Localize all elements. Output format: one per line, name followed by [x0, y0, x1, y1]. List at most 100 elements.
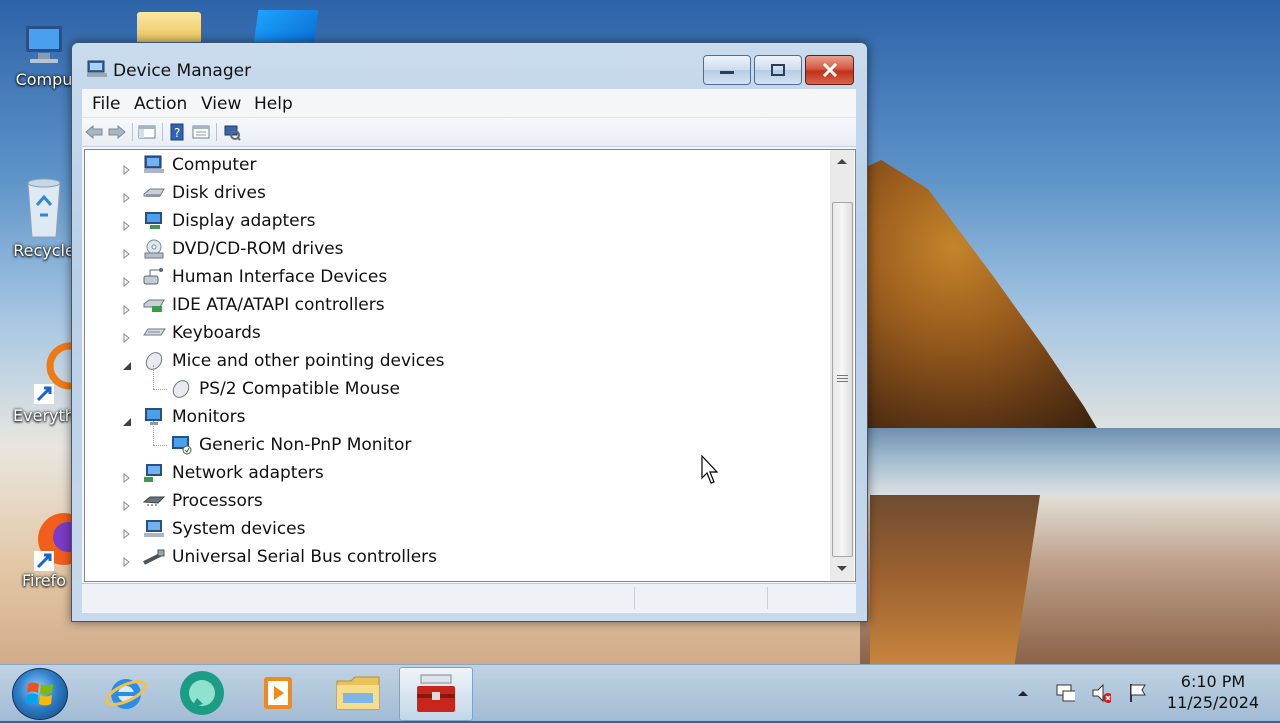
scroll-up-button[interactable] [830, 150, 854, 172]
volume-tray-icon[interactable] [1091, 683, 1111, 703]
menu-file[interactable]: File [92, 94, 120, 114]
keyboards-icon [142, 322, 166, 344]
device-manager-icon [86, 59, 108, 79]
collapse-triangle-icon[interactable] [122, 412, 132, 426]
tree-item-label: PS/2 Compatible Mouse [199, 379, 400, 399]
menu-bar: File Action View Help [82, 89, 856, 118]
expand-triangle-icon[interactable] [122, 552, 132, 568]
scan-hardware-changes-button[interactable] [223, 123, 241, 141]
taskbar-file-explorer[interactable] [322, 667, 394, 719]
device-tree[interactable]: Computer Disk drives Display adapters DVD/C… [84, 149, 856, 582]
window-title: Device Manager [113, 61, 252, 81]
expand-triangle-icon[interactable] [122, 216, 132, 232]
tree-item-label: DVD/CD-ROM drives [172, 239, 344, 259]
tree-category-item[interactable]: Human Interface Devices [85, 263, 825, 291]
clock-time: 6:10 PM [1180, 672, 1246, 691]
tree-item-label: Human Interface Devices [172, 267, 388, 287]
tree-connector-line [153, 445, 167, 446]
tree-item-label: Display adapters [172, 211, 316, 231]
toolbox-icon [417, 674, 455, 712]
maximize-button[interactable] [754, 55, 802, 85]
console-tree-icon [138, 125, 156, 139]
help-button[interactable]: ? [168, 123, 186, 141]
tree-item-label: System devices [172, 519, 306, 539]
processors-icon [142, 490, 166, 512]
network-icon [1056, 684, 1075, 702]
everything-search-icon [20, 340, 94, 404]
network-adapters-icon [142, 462, 166, 484]
tree-category-item[interactable]: Computer [85, 151, 825, 179]
close-icon [822, 63, 837, 77]
tree-category-item[interactable]: Universal Serial Bus controllers [85, 543, 825, 571]
expand-triangle-icon[interactable] [122, 524, 132, 540]
tree-connector-line [153, 365, 154, 389]
action-center-tray-icon[interactable] [1127, 683, 1147, 703]
tree-item-label: Network adapters [172, 463, 324, 483]
computer-icon [142, 154, 166, 176]
taskbar-device-manager[interactable] [399, 667, 473, 721]
tree-item-label: Generic Non-PnP Monitor [199, 435, 412, 455]
volume-muted-icon [1092, 683, 1111, 703]
status-bar-separator [634, 587, 635, 609]
tree-category-item[interactable]: Processors [85, 487, 825, 515]
tree-connector-line [153, 421, 154, 445]
generic-non-pnp-monitor-icon [169, 434, 193, 456]
menu-action[interactable]: Action [134, 94, 187, 114]
expand-triangle-icon[interactable] [122, 244, 132, 260]
show-hidden-icons-button[interactable] [1013, 683, 1033, 703]
tree-category-item[interactable]: Disk drives [85, 179, 825, 207]
back-button[interactable] [85, 123, 103, 141]
tree-device-item[interactable]: PS/2 Compatible Mouse [85, 365, 825, 403]
expand-triangle-icon[interactable] [122, 496, 132, 512]
expand-triangle-icon[interactable] [122, 188, 132, 204]
properties-button[interactable] [192, 123, 210, 141]
tree-item-label: Processors [172, 491, 263, 511]
close-button[interactable] [805, 55, 854, 85]
minimize-button[interactable] [703, 55, 751, 85]
scroll-down-button[interactable] [830, 558, 854, 580]
toolbar-separator [132, 123, 133, 141]
expand-triangle-icon[interactable] [122, 160, 132, 176]
tree-category-item[interactable]: Mice and other pointing devices [85, 347, 825, 375]
menu-view[interactable]: View [201, 94, 241, 114]
menu-help[interactable]: Help [254, 94, 293, 114]
tree-item-label: Disk drives [172, 183, 266, 203]
blue-app-desktop-icon[interactable] [253, 10, 319, 44]
taskbar-green-app[interactable] [166, 667, 238, 719]
mice-and-other-pointing-devices-icon [142, 350, 166, 372]
taskbar-internet-explorer[interactable] [90, 667, 162, 719]
collapse-triangle-icon[interactable] [122, 356, 132, 370]
taskbar-clock[interactable]: 6:10 PM 11/25/2024 [1160, 671, 1266, 713]
forward-arrow-icon [108, 125, 126, 139]
vertical-scrollbar[interactable] [830, 150, 854, 581]
properties-icon [192, 125, 210, 139]
network-tray-icon[interactable] [1055, 683, 1075, 703]
expand-triangle-icon[interactable] [122, 300, 132, 316]
title-bar[interactable]: Device Manager [72, 43, 867, 89]
device-manager-window: Device Manager File Action View Help ? C… [71, 42, 868, 622]
expand-triangle-icon[interactable] [122, 272, 132, 288]
expand-triangle-icon[interactable] [122, 468, 132, 484]
taskbar-media-player[interactable] [242, 667, 314, 719]
toolbar: ? [82, 118, 856, 147]
wallpaper-sea [860, 428, 1280, 498]
folder-icon [336, 676, 380, 710]
thumb-grip-line [837, 381, 848, 382]
back-arrow-icon [85, 125, 103, 139]
tree-category-item[interactable]: System devices [85, 515, 825, 543]
tree-category-item[interactable]: Keyboards [85, 319, 825, 347]
folder-desktop-icon[interactable] [137, 12, 201, 44]
expand-triangle-icon[interactable] [122, 328, 132, 344]
minimize-icon [720, 71, 734, 74]
ide-ata-atapi-controllers-icon [142, 294, 166, 316]
toolbar-separator [216, 123, 217, 141]
tree-category-item[interactable]: Monitors [85, 403, 825, 431]
tree-category-item[interactable]: DVD/CD-ROM drives [85, 235, 825, 263]
tree-category-item[interactable]: IDE ATA/ATAPI controllers [85, 291, 825, 319]
start-button[interactable] [12, 668, 68, 720]
chevron-down-icon [837, 566, 847, 571]
scrollbar-thumb[interactable] [832, 202, 853, 557]
tree-category-item[interactable]: Display adapters [85, 207, 825, 235]
forward-button[interactable] [108, 123, 126, 141]
show-hide-console-tree-button[interactable] [138, 123, 156, 141]
